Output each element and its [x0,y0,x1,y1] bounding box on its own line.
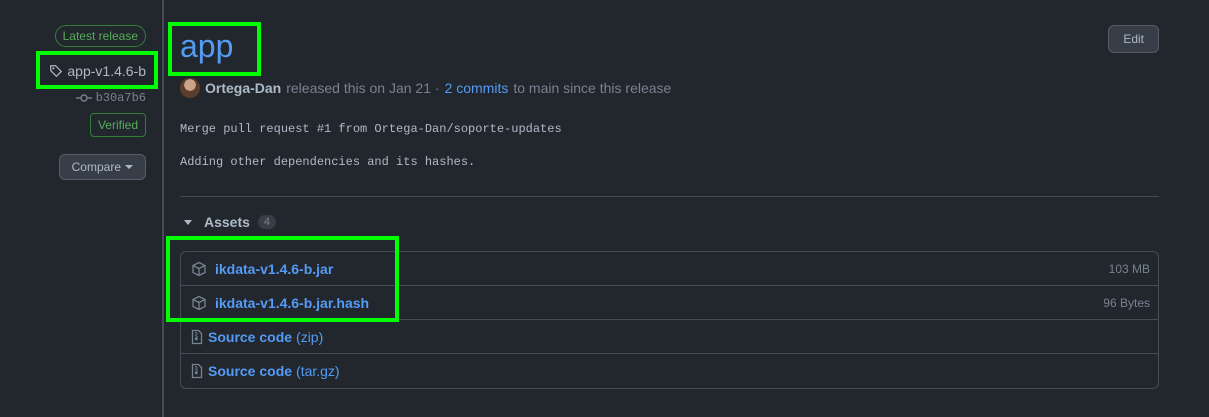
timeline-divider [162,0,164,417]
compare-button[interactable]: Compare [58,154,146,180]
file-zip-icon [191,363,203,379]
tag-icon [50,65,63,78]
assets-highlight-box [166,236,399,322]
tag-name: app-v1.4.6-b [67,63,146,79]
release-note-line: Merge pull request #1 from Ortega-Dan/so… [180,122,562,136]
tag-link[interactable]: app-v1.4.6-b [49,63,146,79]
latest-release-badge: Latest release [54,25,146,47]
compare-label: Compare [71,160,121,174]
triangle-down-icon [184,219,192,225]
release-sidebar: Latest release app-v1.4.6-b b30a7b6 Veri… [0,0,162,417]
assets-label: Assets [204,214,250,230]
file-zip-icon [191,329,203,344]
asset-format[interactable]: (zip) [296,329,323,345]
verified-badge[interactable]: Verified [89,113,146,137]
assets-count-badge: 4 [257,215,277,229]
commits-link[interactable]: 2 commits [445,80,509,96]
commit-sha: b30a7b6 [95,91,146,105]
git-commit-icon [75,94,92,102]
commits-suffix: to main since this release [513,80,672,96]
release-notes: Merge pull request #1 from Ortega-Dan/so… [180,122,562,188]
edit-button[interactable]: Edit [1108,25,1159,53]
assets-toggle[interactable]: Assets 4 [180,214,277,230]
asset-size: 103 MB [1108,261,1150,276]
asset-row[interactable]: Source code (tar.gz) [181,354,1158,388]
release-title[interactable]: app [180,28,233,65]
release-note-line: Adding other dependencies and its hashes… [180,155,476,169]
commit-link[interactable]: b30a7b6 [75,91,146,105]
author-link[interactable]: Ortega-Dan [205,80,281,96]
asset-size: 96 Bytes [1103,295,1150,310]
asset-name[interactable]: Source code [208,329,292,345]
asset-row[interactable]: Source code (zip) [181,320,1158,354]
released-text: released this on Jan 21 · [286,80,440,96]
asset-format[interactable]: (tar.gz) [296,363,340,379]
release-meta: Ortega-Dan released this on Jan 21 · 2 c… [180,78,671,98]
asset-name[interactable]: Source code [208,363,292,379]
chevron-down-icon [125,165,133,169]
avatar[interactable] [180,78,200,98]
divider [180,196,1159,197]
